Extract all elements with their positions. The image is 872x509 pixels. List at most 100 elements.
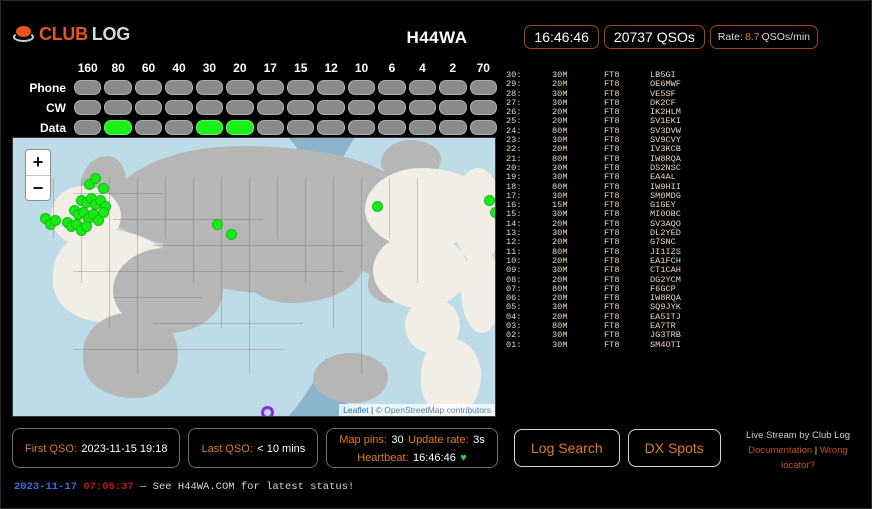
band-cell-phone-60[interactable] bbox=[134, 80, 163, 95]
band-cell-data-80[interactable] bbox=[104, 120, 132, 135]
band-cell-cw-6[interactable] bbox=[378, 100, 406, 115]
qso-mode: FT8 bbox=[604, 339, 620, 350]
mode-label: CW bbox=[46, 100, 66, 115]
map-pin[interactable] bbox=[94, 216, 103, 225]
band-cell-data-40[interactable] bbox=[165, 120, 193, 135]
band-label: 80 bbox=[111, 61, 125, 75]
band-cell-phone-15[interactable] bbox=[287, 80, 315, 95]
map-attribution: Leaflet | © OpenStreetMap contributors bbox=[339, 404, 495, 416]
map-border-line bbox=[113, 297, 203, 298]
log-search-button[interactable]: Log Search bbox=[514, 429, 620, 467]
band-cell-cw-80[interactable] bbox=[104, 100, 132, 115]
last-qso-panel: Last QSO: < 10 mins bbox=[188, 428, 319, 468]
map-pin[interactable] bbox=[51, 216, 60, 225]
band-cell-phone-4[interactable] bbox=[408, 80, 437, 95]
world-map[interactable]: + − Leaflet | © OpenStreetMap contributo… bbox=[12, 137, 496, 417]
update-rate-value: 3s bbox=[473, 434, 485, 446]
band-cell-data-70[interactable] bbox=[469, 120, 497, 135]
band-label: 20 bbox=[233, 61, 247, 75]
band-cell-phone-20[interactable] bbox=[226, 80, 254, 95]
band-cell-data-2[interactable] bbox=[439, 120, 467, 135]
band-cell-phone-70[interactable] bbox=[469, 80, 497, 95]
documentation-link[interactable]: Documentation bbox=[748, 445, 812, 456]
map-border-line bbox=[417, 178, 418, 283]
band-cell-cw-160[interactable] bbox=[74, 100, 102, 115]
band-cell-phone-10[interactable] bbox=[347, 80, 376, 95]
band-cell-cw-70[interactable] bbox=[469, 100, 497, 115]
band-cell-phone-40[interactable] bbox=[165, 80, 193, 95]
band-cell-phone-2[interactable] bbox=[439, 80, 467, 95]
map-pin[interactable] bbox=[491, 208, 495, 217]
station-location-marker[interactable] bbox=[261, 406, 274, 416]
map-border-line bbox=[277, 178, 278, 238]
band-cell-data-4[interactable] bbox=[408, 120, 437, 135]
band-label: 40 bbox=[172, 61, 186, 75]
first-qso-value: 2023-11-15 19:18 bbox=[81, 443, 168, 455]
qso-band: 30M bbox=[552, 339, 568, 350]
band-cell-data-20[interactable] bbox=[226, 120, 254, 135]
band-cell-cw-4[interactable] bbox=[408, 100, 437, 115]
heartbeat-value: 16:46:46 bbox=[413, 452, 456, 464]
dx-spots-button[interactable]: DX Spots bbox=[627, 429, 721, 467]
zoom-out-button[interactable]: − bbox=[26, 175, 50, 200]
band-cell-phone-12[interactable] bbox=[317, 80, 345, 95]
last-qso-value: < 10 mins bbox=[257, 443, 306, 455]
map-landmass bbox=[461, 248, 495, 333]
map-pin[interactable] bbox=[82, 222, 91, 231]
band-header-row: 160 80 60 40 30 20 17 15 12 10 6 4 2 70 bbox=[9, 59, 497, 77]
map-border-line bbox=[73, 193, 163, 194]
last-qso-label: Last QSO: bbox=[201, 443, 253, 455]
map-zoom-controls[interactable]: + − bbox=[25, 149, 51, 201]
band-cell-data-6[interactable] bbox=[378, 120, 406, 135]
zoom-in-button[interactable]: + bbox=[26, 150, 50, 175]
band-label: 12 bbox=[324, 61, 338, 75]
map-landmass bbox=[373, 233, 468, 308]
qso-count-value: 20737 QSOs bbox=[613, 29, 695, 45]
band-cell-data-30[interactable] bbox=[195, 120, 224, 135]
map-pin[interactable] bbox=[91, 174, 100, 183]
qso-log-row: 01: 30M FT8 SM4OTI bbox=[506, 339, 706, 350]
map-pin[interactable] bbox=[213, 220, 222, 229]
band-label: 15 bbox=[294, 61, 308, 75]
map-border-line bbox=[249, 178, 250, 373]
map-pin[interactable] bbox=[485, 196, 494, 205]
map-canvas[interactable] bbox=[13, 138, 495, 416]
band-cell-phone-30[interactable] bbox=[195, 80, 224, 95]
band-cell-data-160[interactable] bbox=[74, 120, 102, 135]
map-pins-label: Map pins: bbox=[339, 434, 387, 446]
qso-idx: 01: bbox=[506, 339, 522, 350]
band-label: 4 bbox=[419, 61, 426, 75]
osm-attribution[interactable]: © OpenStreetMap contributors bbox=[376, 405, 491, 415]
map-pin[interactable] bbox=[227, 230, 236, 239]
band-cell-data-12[interactable] bbox=[317, 120, 345, 135]
band-cell-cw-17[interactable] bbox=[256, 100, 284, 115]
band-cell-cw-20[interactable] bbox=[226, 100, 254, 115]
band-cell-phone-80[interactable] bbox=[104, 80, 132, 95]
recent-qso-list: 30: 30M FT8 LB5GI 29: 20M FT8 OE6MWF 28: 30M FT8 VE… bbox=[506, 70, 706, 350]
band-cell-cw-30[interactable] bbox=[195, 100, 224, 115]
heart-icon: ♥ bbox=[460, 452, 467, 464]
map-pin[interactable] bbox=[373, 202, 382, 211]
band-cell-cw-2[interactable] bbox=[439, 100, 467, 115]
band-cell-phone-6[interactable] bbox=[378, 80, 406, 95]
mode-label: Phone bbox=[29, 80, 66, 95]
band-cell-cw-40[interactable] bbox=[165, 100, 193, 115]
band-label: 70 bbox=[476, 61, 490, 75]
band-cell-phone-160[interactable] bbox=[74, 80, 102, 95]
leaflet-link[interactable]: Leaflet bbox=[343, 405, 369, 415]
band-cell-cw-15[interactable] bbox=[287, 100, 315, 115]
map-border-line bbox=[165, 178, 166, 238]
map-pin[interactable] bbox=[99, 184, 108, 193]
mode-label: Data bbox=[39, 120, 66, 135]
band-cell-cw-10[interactable] bbox=[347, 100, 376, 115]
band-row-data: Data bbox=[9, 118, 497, 137]
attribution-separator: | bbox=[368, 405, 376, 415]
band-cell-data-60[interactable] bbox=[134, 120, 163, 135]
band-cell-data-10[interactable] bbox=[347, 120, 376, 135]
map-pin[interactable] bbox=[99, 208, 108, 217]
band-cell-cw-12[interactable] bbox=[317, 100, 345, 115]
band-cell-phone-17[interactable] bbox=[256, 80, 284, 95]
band-cell-data-17[interactable] bbox=[256, 120, 284, 135]
band-cell-cw-60[interactable] bbox=[134, 100, 163, 115]
band-cell-data-15[interactable] bbox=[287, 120, 315, 135]
